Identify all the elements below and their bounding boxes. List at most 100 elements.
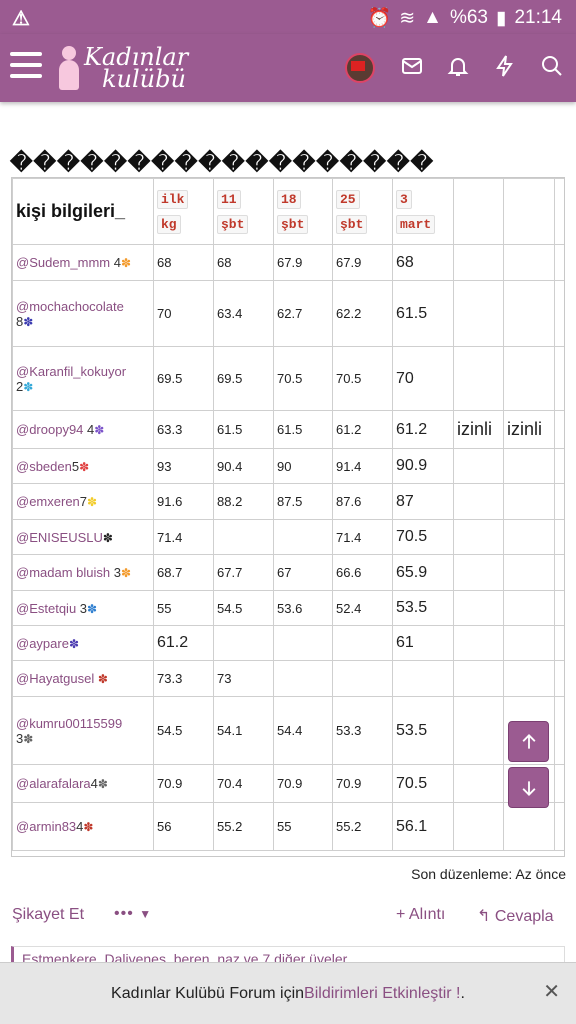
edge-cell	[554, 448, 564, 484]
extra-cell	[453, 802, 504, 851]
member-link[interactable]: @sbeden	[16, 459, 72, 474]
member-link[interactable]: @mochachocolate	[16, 299, 124, 314]
member-number: 4	[110, 255, 121, 270]
logo-figure-icon	[58, 46, 80, 90]
notice-suffix: .	[460, 984, 465, 1002]
member-link[interactable]: @alarafalara	[16, 776, 91, 791]
member-number: 4	[90, 776, 98, 791]
member-link[interactable]: @Hayatgusel	[16, 671, 94, 686]
weight-cell: 70.5	[332, 346, 393, 411]
member-link[interactable]: @droopy94	[16, 422, 83, 437]
clock: 21:14	[514, 7, 562, 28]
extra-cell: izinli	[503, 410, 555, 449]
weight-cell: 55	[153, 590, 214, 626]
member-number: 3	[16, 730, 24, 746]
search-icon[interactable]	[538, 54, 566, 84]
flower-icon: ✽	[23, 731, 34, 746]
col-4-line-2: şbt	[336, 214, 368, 234]
enable-notifications-link[interactable]: Bildirimleri Etkinleştir !	[304, 985, 460, 1003]
scroll-down-button[interactable]	[508, 767, 549, 808]
member-link[interactable]: @madam bluish	[16, 565, 110, 580]
alarm-icon: ⏰	[367, 8, 392, 29]
weight-cell: 69.5	[153, 346, 214, 411]
weight-table: kişi bilgileri_ ilk kg 11 şbt 18 şbt 25 şbt …	[12, 178, 564, 851]
header-col-4: 25 şbt	[332, 178, 393, 245]
weight-cell: 61	[392, 625, 454, 661]
weight-cell: 71.4	[153, 519, 214, 555]
user-avatar[interactable]	[345, 53, 375, 83]
member-cell: @Karanfil_kokuyor 2✽	[12, 346, 154, 411]
edge-cell	[554, 802, 564, 851]
col-3-line-1: 18	[277, 189, 301, 209]
weight-cell: 90.4	[213, 448, 274, 484]
flower-icon: ✽	[68, 636, 80, 651]
flower-icon: ✽	[79, 459, 90, 474]
weight-cell: 62.2	[332, 280, 393, 347]
member-number: 5	[71, 458, 80, 474]
member-link[interactable]: @aypare	[16, 636, 69, 651]
table-row: @Hayatgusel ✽ 73.3 73	[12, 660, 564, 697]
member-link[interactable]: @emxeren	[16, 494, 80, 509]
weight-cell: 55.2	[332, 802, 393, 851]
weight-cell: 90	[273, 448, 333, 484]
weight-cell: 63.4	[213, 280, 274, 347]
weight-cell: 53.6	[273, 590, 333, 626]
reply-button[interactable]: ↰ Cevapla	[477, 906, 554, 926]
scroll-up-button[interactable]	[508, 721, 549, 762]
menu-icon[interactable]	[10, 52, 42, 82]
weight-cell	[392, 660, 454, 697]
member-link[interactable]: @Estetqiu	[16, 601, 76, 616]
weight-cell: 61.2	[332, 410, 393, 449]
member-cell: @emxeren7✽	[12, 483, 154, 520]
table-row: @mochachocolate 8✽ 70 63.4 62.7 62.2 61.5	[12, 280, 564, 347]
col-2-line-2: şbt	[217, 214, 249, 234]
member-cell: @alarafalara4✽	[12, 764, 154, 803]
bell-icon[interactable]	[444, 54, 472, 84]
weight-cell: 56.1	[392, 802, 454, 851]
weight-cell: 73.3	[153, 660, 214, 697]
edge-cell	[554, 625, 564, 661]
more-options-button[interactable]: ••• ▼	[114, 905, 152, 923]
table-row: @madam bluish 3✽ 68.7 67.7 67 66.6 65.9	[12, 554, 564, 591]
member-link[interactable]: @Sudem_mmm	[16, 255, 110, 270]
weight-cell: 54.4	[273, 696, 333, 765]
extra-cell	[453, 554, 504, 591]
member-link[interactable]: @Karanfil_kokuyor	[16, 364, 126, 379]
arrow-up-icon	[522, 733, 535, 749]
extra-cell	[453, 696, 504, 765]
extra-cell	[503, 244, 555, 281]
quote-button[interactable]: + Alıntı	[396, 906, 445, 924]
weight-cell	[273, 660, 333, 697]
member-link[interactable]: @kumru00115599	[16, 716, 122, 731]
extra-cell	[503, 802, 555, 851]
mail-icon[interactable]	[398, 54, 426, 84]
site-logo[interactable]: Kadınlar kulübü	[58, 40, 188, 96]
flower-icon: ✽	[94, 423, 105, 437]
header-col-2: 11 şbt	[213, 178, 274, 245]
col-5-line-1: 3	[396, 189, 412, 209]
lightning-icon[interactable]	[491, 54, 519, 84]
weight-cell: 61.5	[392, 280, 454, 347]
table-row: @alarafalara4✽ 70.9 70.4 70.9 70.9 70.5	[12, 764, 564, 803]
notification-banner: Kadınlar Kulübü Forum için Bildirimleri …	[0, 962, 576, 1024]
extra-cell	[453, 280, 504, 347]
weight-cell: 55.2	[213, 802, 274, 851]
weight-cell: 70.9	[332, 764, 393, 803]
weight-cell: 70.5	[273, 346, 333, 411]
member-link[interactable]: @armin83	[16, 819, 76, 834]
weight-cell: 56	[153, 802, 214, 851]
last-edited: Son düzenleme: Az önce	[411, 866, 566, 882]
edge-cell	[554, 519, 564, 555]
member-link[interactable]: @ENISEUSLU	[16, 530, 103, 545]
edge-cell	[554, 554, 564, 591]
weight-cell: 87	[392, 483, 454, 520]
weight-cell: 68	[153, 244, 214, 281]
close-icon[interactable]: ✕	[543, 979, 560, 1004]
extra-cell	[453, 660, 504, 697]
member-cell: @Sudem_mmm 4✽	[12, 244, 154, 281]
flag-icon	[351, 61, 365, 71]
extra-cell	[453, 625, 504, 661]
member-cell: @madam bluish 3✽	[12, 554, 154, 591]
table-row: @Sudem_mmm 4✽ 68 68 67.9 67.9 68	[12, 244, 564, 281]
report-link[interactable]: Şikayet Et	[12, 906, 84, 924]
